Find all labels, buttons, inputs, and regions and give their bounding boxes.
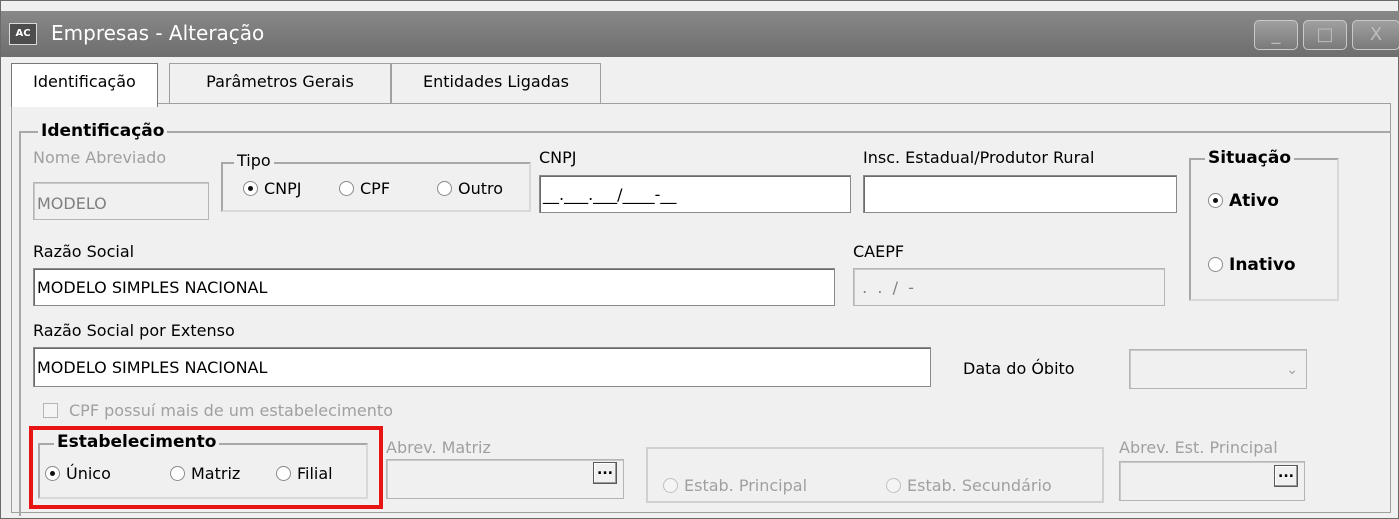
tipo-legend: Tipo xyxy=(234,152,274,170)
estabelecimento-legend: Estabelecimento xyxy=(54,433,220,451)
abrev-matriz-label: Abrev. Matriz xyxy=(386,438,491,457)
tipo-cpf-label: CPF xyxy=(360,179,391,198)
estab-principal-label: Estab. Principal xyxy=(684,476,808,495)
cpf-estab-label: CPF possuí mais de um estabelecimento xyxy=(69,401,393,420)
title-bar[interactable]: AC Empresas - Alteração _ □ X xyxy=(1,11,1399,57)
situacao-inativo-label: Inativo xyxy=(1229,255,1296,275)
data-obito-field[interactable]: ⌄ xyxy=(1129,349,1307,389)
razao-social-field[interactable]: MODELO SIMPLES NACIONAL xyxy=(33,268,835,306)
radio-icon xyxy=(663,478,678,493)
radio-icon xyxy=(170,466,185,481)
maximize-button[interactable]: □ xyxy=(1303,20,1347,50)
insc-estadual-field[interactable] xyxy=(863,175,1177,213)
estab-matriz-label: Matriz xyxy=(191,464,241,483)
cpf-estab-checkbox[interactable] xyxy=(43,403,58,418)
insc-estadual-label: Insc. Estadual/Produtor Rural xyxy=(863,148,1095,167)
tipo-radio-outro[interactable]: Outro xyxy=(437,179,503,199)
tab-parametros-gerais[interactable]: Parâmetros Gerais xyxy=(169,63,391,103)
abrev-est-principal-lookup-button[interactable]: ... xyxy=(1274,465,1298,487)
razao-social-label: Razão Social xyxy=(33,242,135,261)
radio-icon xyxy=(339,181,354,196)
maximize-icon: □ xyxy=(1316,24,1334,45)
abrev-matriz-field[interactable] xyxy=(386,459,624,499)
estab-radio-principal[interactable]: Estab. Principal xyxy=(663,476,807,496)
tab-identificacao[interactable]: Identificação xyxy=(11,63,158,107)
radio-icon xyxy=(437,181,452,196)
identificacao-legend: Identificação xyxy=(38,122,168,140)
radio-selected-icon xyxy=(1208,193,1223,208)
estab-radio-matriz[interactable]: Matriz xyxy=(170,464,240,484)
situacao-radio-inativo[interactable]: Inativo xyxy=(1208,255,1296,275)
abrev-est-principal-label: Abrev. Est. Principal xyxy=(1119,438,1278,457)
razao-social-extenso-label: Razão Social por Extenso xyxy=(33,321,235,340)
estab-radio-secundario[interactable]: Estab. Secundário xyxy=(886,476,1052,496)
situacao-legend: Situação xyxy=(1205,149,1294,167)
abrev-matriz-lookup-button[interactable]: ... xyxy=(593,462,617,484)
situacao-radio-ativo[interactable]: Ativo xyxy=(1208,191,1279,211)
estab-radio-filial[interactable]: Filial xyxy=(276,464,333,484)
app-icon: AC xyxy=(9,23,37,45)
tipo-outro-label: Outro xyxy=(458,179,504,198)
radio-icon xyxy=(1208,257,1223,272)
tipo-radio-cnpj[interactable]: CNPJ xyxy=(243,179,302,199)
radio-icon xyxy=(276,466,291,481)
cnpj-field[interactable]: __.___.___/____-__ xyxy=(539,175,851,213)
chevron-down-icon: ⌄ xyxy=(1286,362,1298,378)
data-obito-label: Data do Óbito xyxy=(963,359,1075,378)
estab-secundario-label: Estab. Secundário xyxy=(907,476,1052,495)
caepf-label: CAEPF xyxy=(853,242,905,261)
minimize-icon: _ xyxy=(1271,24,1281,45)
razao-social-extenso-field[interactable]: MODELO SIMPLES NACIONAL xyxy=(33,347,931,387)
situacao-ativo-label: Ativo xyxy=(1229,191,1279,211)
nome-abreviado-label: Nome Abreviado xyxy=(33,148,167,167)
minimize-button[interactable]: _ xyxy=(1254,20,1298,50)
situacao-group xyxy=(1189,158,1339,301)
estab-radio-unico[interactable]: Único xyxy=(45,464,111,484)
estab-filial-label: Filial xyxy=(297,464,333,483)
cnpj-label: CNPJ xyxy=(539,148,577,167)
radio-selected-icon xyxy=(243,181,258,196)
close-icon: X xyxy=(1369,24,1383,45)
nome-abreviado-field[interactable]: MODELO xyxy=(33,182,209,220)
tipo-radio-cpf[interactable]: CPF xyxy=(339,179,390,199)
window-title: Empresas - Alteração xyxy=(51,21,265,45)
tipo-cnpj-label: CNPJ xyxy=(264,179,302,198)
radio-icon xyxy=(886,478,901,493)
radio-selected-icon xyxy=(45,466,60,481)
window: AC Empresas - Alteração _ □ X Identifica… xyxy=(0,0,1399,519)
estab-unico-label: Único xyxy=(66,464,111,483)
caepf-field[interactable]: . . / - xyxy=(853,268,1165,306)
tab-entidades-ligadas[interactable]: Entidades Ligadas xyxy=(391,63,601,103)
close-button[interactable]: X xyxy=(1352,20,1399,50)
